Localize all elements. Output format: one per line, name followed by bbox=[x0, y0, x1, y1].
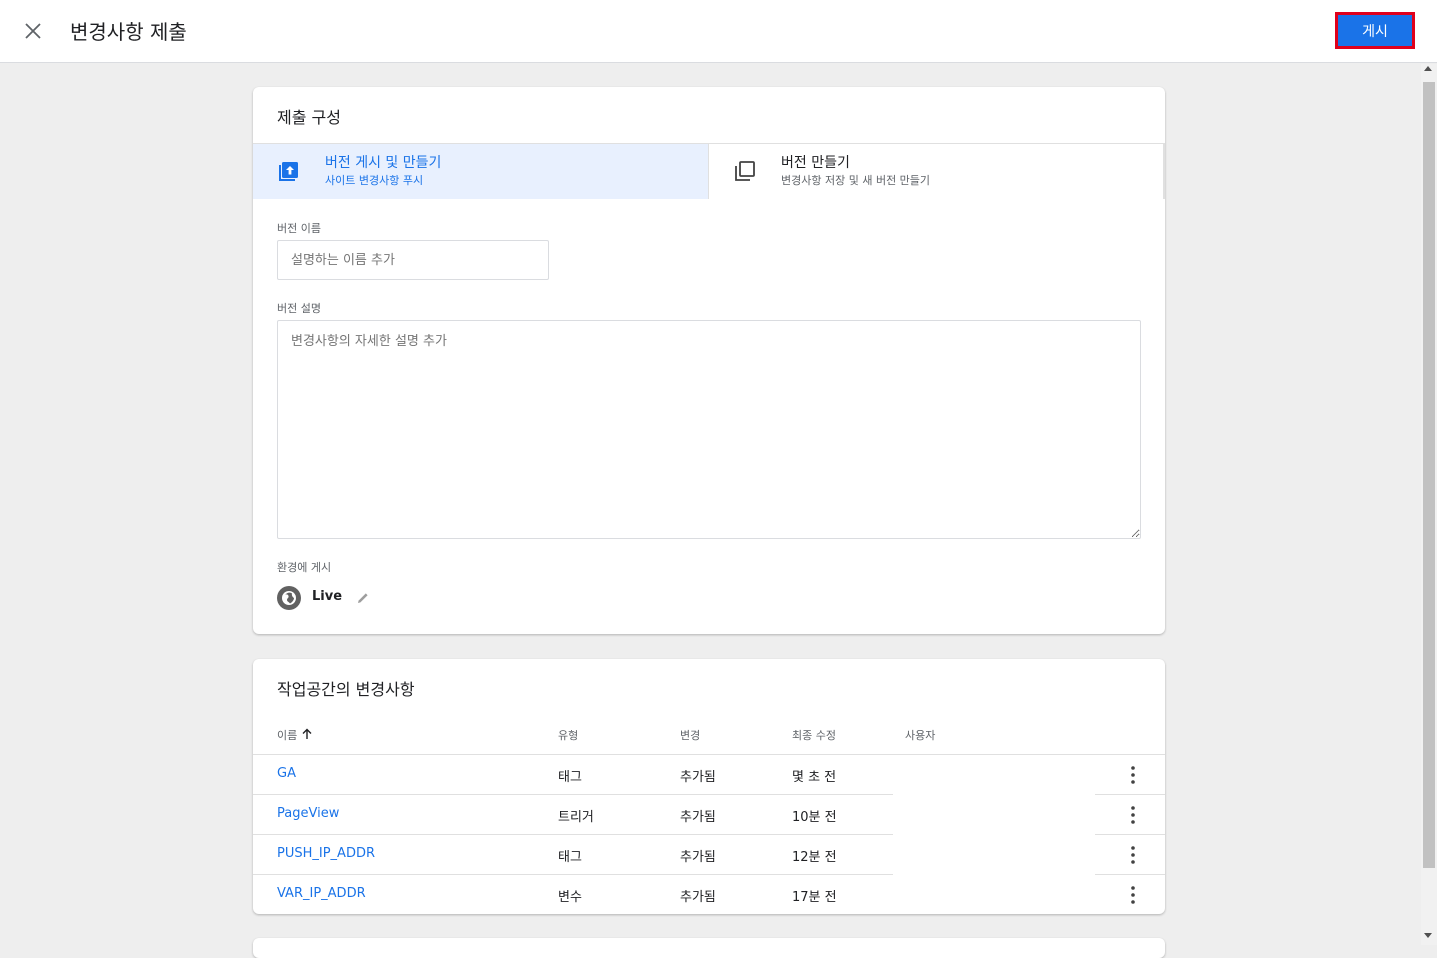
column-header-type: 유형 bbox=[558, 729, 579, 742]
column-header-name-label: 이름 bbox=[277, 729, 298, 742]
environment-row: Live bbox=[277, 586, 477, 610]
column-header-user: 사용자 bbox=[905, 729, 936, 742]
changes-title: 작업공간의 변경사항 bbox=[277, 680, 415, 699]
environment-name: Live bbox=[312, 589, 343, 604]
table-row: PageView 트리거 추가됨 10분 전 bbox=[253, 795, 1165, 835]
scroll-down-arrow-icon[interactable] bbox=[1424, 933, 1432, 938]
submission-config-card: 제출 구성 버전 게시 및 만들기 사이트 변경사항 푸시 버전 만들기 변경사… bbox=[253, 87, 1165, 634]
table-row: VAR_IP_ADDR 변수 추가됨 17분 전 bbox=[253, 875, 1165, 915]
row-change: 추가됨 bbox=[680, 770, 716, 785]
table-row: PUSH_IP_ADDR 태그 추가됨 12분 전 bbox=[253, 835, 1165, 875]
version-description-label: 버전 설명 bbox=[277, 302, 321, 315]
option-create-title: 버전 만들기 bbox=[781, 155, 850, 171]
column-header-name[interactable]: 이름 bbox=[277, 727, 313, 743]
version-name-label: 버전 이름 bbox=[277, 222, 321, 235]
table-row: GA 태그 추가됨 몇 초 전 bbox=[253, 755, 1165, 795]
publish-button[interactable]: 게시 bbox=[1335, 12, 1415, 49]
row-modified: 12분 전 bbox=[792, 850, 837, 865]
option-publish-and-create[interactable]: 버전 게시 및 만들기 사이트 변경사항 푸시 bbox=[253, 144, 708, 199]
row-name-link[interactable]: VAR_IP_ADDR bbox=[277, 886, 366, 901]
edit-pencil-icon[interactable] bbox=[355, 590, 371, 606]
row-modified: 10분 전 bbox=[792, 810, 837, 825]
more-vert-icon[interactable] bbox=[1123, 763, 1143, 787]
row-change: 추가됨 bbox=[680, 850, 716, 865]
scroll-up-arrow-icon[interactable] bbox=[1424, 66, 1432, 71]
more-vert-icon[interactable] bbox=[1123, 883, 1143, 907]
more-vert-icon[interactable] bbox=[1123, 843, 1143, 867]
config-title: 제출 구성 bbox=[277, 108, 341, 127]
close-icon bbox=[25, 23, 41, 39]
next-card-partial bbox=[253, 938, 1165, 958]
version-description-input[interactable] bbox=[277, 320, 1141, 539]
globe-icon bbox=[277, 586, 301, 610]
option-create-subtitle: 변경사항 저장 및 새 버전 만들기 bbox=[781, 174, 931, 187]
row-name-link[interactable]: PUSH_IP_ADDR bbox=[277, 846, 375, 861]
more-vert-icon[interactable] bbox=[1123, 803, 1143, 827]
sort-arrow-up-icon bbox=[302, 728, 312, 739]
option-create-version[interactable]: 버전 만들기 변경사항 저장 및 새 버전 만들기 bbox=[708, 144, 1165, 199]
top-bar: 변경사항 제출 게시 bbox=[0, 0, 1437, 63]
row-type: 태그 bbox=[558, 770, 582, 785]
submission-options: 버전 게시 및 만들기 사이트 변경사항 푸시 버전 만들기 변경사항 저장 및… bbox=[253, 143, 1165, 199]
row-name-link[interactable]: GA bbox=[277, 766, 296, 781]
row-type: 변수 bbox=[558, 890, 582, 905]
page-title: 변경사항 제출 bbox=[70, 20, 187, 44]
row-modified: 몇 초 전 bbox=[792, 770, 837, 785]
row-name-link[interactable]: PageView bbox=[277, 806, 339, 821]
close-button[interactable] bbox=[20, 18, 46, 44]
option-publish-subtitle: 사이트 변경사항 푸시 bbox=[325, 174, 424, 187]
column-header-modified: 최종 수정 bbox=[792, 729, 836, 742]
column-header-change: 변경 bbox=[680, 729, 701, 742]
copy-version-icon bbox=[735, 161, 755, 181]
publish-environment-label: 환경에 게시 bbox=[277, 561, 332, 574]
scrollbar-thumb[interactable] bbox=[1423, 82, 1435, 868]
version-name-input[interactable] bbox=[277, 240, 549, 280]
publish-upload-icon bbox=[279, 162, 298, 181]
row-change: 추가됨 bbox=[680, 890, 716, 905]
row-type: 트리거 bbox=[558, 810, 594, 825]
row-change: 추가됨 bbox=[680, 810, 716, 825]
workspace-changes-card: 작업공간의 변경사항 이름 유형 변경 최종 수정 사용자 GA 태그 추가됨 … bbox=[253, 659, 1165, 914]
row-type: 태그 bbox=[558, 850, 582, 865]
option-publish-title: 버전 게시 및 만들기 bbox=[325, 155, 442, 171]
row-modified: 17분 전 bbox=[792, 890, 837, 905]
